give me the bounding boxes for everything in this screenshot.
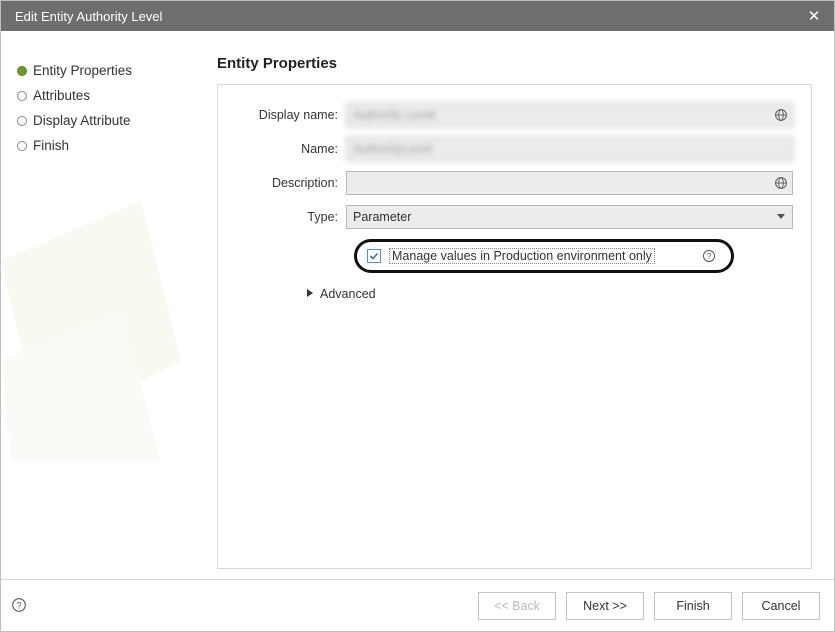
- next-button[interactable]: Next >>: [566, 592, 644, 620]
- advanced-label: Advanced: [320, 287, 376, 301]
- advanced-toggle[interactable]: Advanced: [306, 287, 793, 301]
- name-input[interactable]: [346, 137, 793, 161]
- display-name-label: Display name:: [236, 108, 346, 122]
- step-bullet-icon: [17, 141, 27, 151]
- row-description: Description:: [236, 171, 793, 195]
- type-select-wrap: Parameter: [346, 205, 793, 229]
- row-manage-values: Manage values in Production environment …: [354, 239, 793, 273]
- step-bullet-icon: [17, 66, 27, 76]
- manage-values-label: Manage values in Production environment …: [389, 248, 655, 264]
- close-icon[interactable]: ✕: [804, 7, 824, 25]
- description-input[interactable]: [346, 171, 793, 195]
- type-label: Type:: [236, 210, 346, 224]
- display-name-input[interactable]: [346, 103, 793, 127]
- sidebar-item-label: Entity Properties: [33, 63, 132, 78]
- sidebar-item-attributes[interactable]: Attributes: [17, 88, 191, 103]
- dialog-footer: ? << Back Next >> Finish Cancel: [1, 579, 834, 631]
- display-name-input-wrap: [346, 103, 793, 127]
- name-input-wrap: [346, 137, 793, 161]
- window-title: Edit Entity Authority Level: [15, 9, 162, 24]
- chevron-right-icon: [306, 287, 314, 301]
- chevron-down-icon: [776, 210, 786, 224]
- name-label: Name:: [236, 142, 346, 156]
- step-bullet-icon: [17, 91, 27, 101]
- type-select-value: Parameter: [353, 210, 411, 224]
- globe-icon[interactable]: [773, 107, 789, 123]
- sidebar-item-label: Attributes: [33, 88, 90, 103]
- sidebar-item-display-attribute[interactable]: Display Attribute: [17, 113, 191, 128]
- sidebar-item-label: Display Attribute: [33, 113, 131, 128]
- cancel-button[interactable]: Cancel: [742, 592, 820, 620]
- row-name: Name:: [236, 137, 793, 161]
- back-button: << Back: [478, 592, 556, 620]
- title-bar: Edit Entity Authority Level ✕: [1, 1, 834, 31]
- step-bullet-icon: [17, 116, 27, 126]
- callout-highlight: Manage values in Production environment …: [354, 239, 734, 273]
- sidebar-item-entity-properties[interactable]: Entity Properties: [17, 63, 191, 78]
- sidebar-item-finish[interactable]: Finish: [17, 138, 191, 153]
- description-input-wrap: [346, 171, 793, 195]
- help-icon[interactable]: ?: [11, 597, 29, 615]
- manage-values-checkbox[interactable]: [367, 249, 381, 263]
- svg-text:?: ?: [707, 252, 712, 261]
- wizard-sidebar: Entity Properties Attributes Display Att…: [1, 31, 201, 579]
- sidebar-item-label: Finish: [33, 138, 69, 153]
- main-panel: Entity Properties Display name: Name:: [201, 31, 834, 579]
- type-select[interactable]: Parameter: [346, 205, 793, 229]
- globe-icon[interactable]: [773, 175, 789, 191]
- dialog-body: Entity Properties Attributes Display Att…: [1, 31, 834, 579]
- dialog-window: Edit Entity Authority Level ✕ Entity Pro…: [0, 0, 835, 632]
- background-art: [1, 201, 201, 461]
- panel-heading: Entity Properties: [217, 55, 812, 72]
- row-type: Type: Parameter: [236, 205, 793, 229]
- finish-button[interactable]: Finish: [654, 592, 732, 620]
- svg-text:?: ?: [16, 600, 21, 610]
- help-icon[interactable]: ?: [701, 248, 717, 264]
- row-display-name: Display name:: [236, 103, 793, 127]
- form-panel: Display name: Name: Description: [217, 84, 812, 569]
- description-label: Description:: [236, 176, 346, 190]
